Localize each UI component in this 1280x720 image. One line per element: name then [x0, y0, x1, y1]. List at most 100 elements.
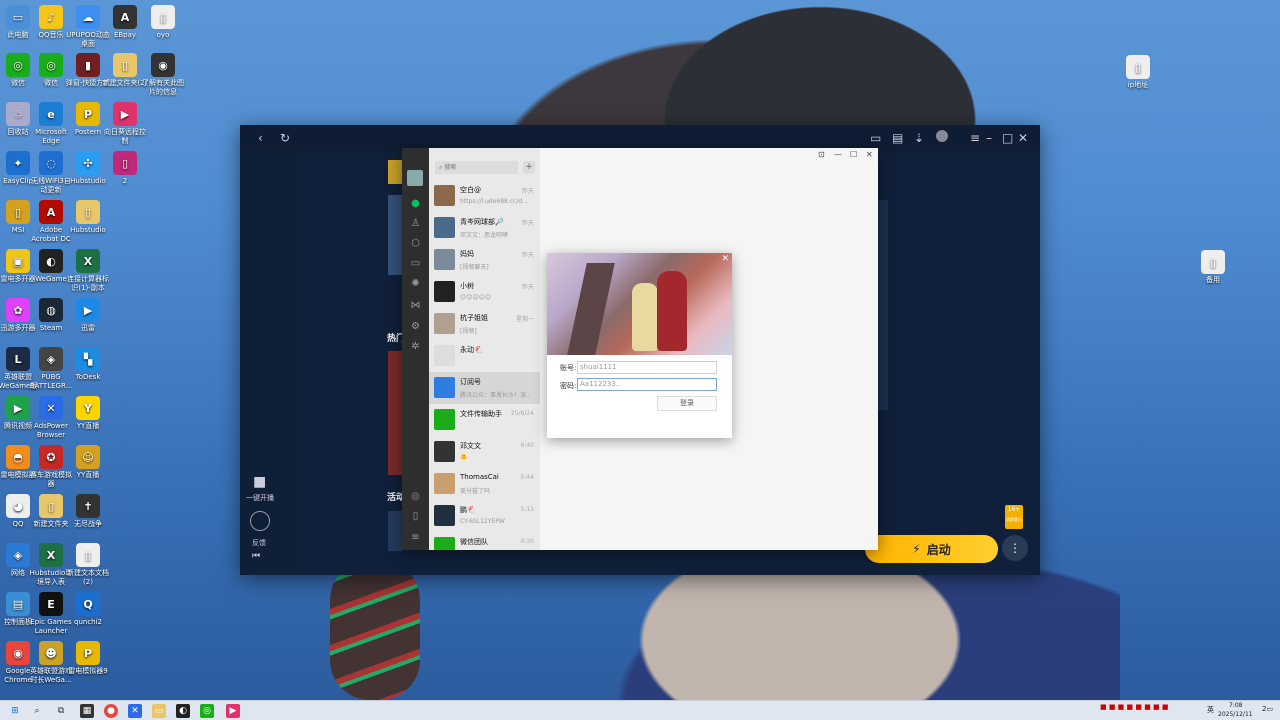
- chat-list-item[interactable]: 妈妈 [视频聊天] 昨天: [429, 244, 540, 276]
- chat-name: 空白@: [460, 186, 481, 194]
- chat-preview: 腾讯公众：事发长沙！深...: [460, 392, 530, 399]
- calculator-icon[interactable]: ▦: [80, 704, 94, 718]
- app-icon: ▮: [76, 53, 100, 77]
- phone-icon[interactable]: ▯: [409, 510, 422, 523]
- desktop-icon[interactable]: ▯ ip地址: [1115, 55, 1161, 90]
- folder-icon[interactable]: ▭: [870, 131, 881, 145]
- desktop-icon[interactable]: Qqunchi2: [65, 592, 111, 627]
- miniprogram-icon[interactable]: ✲: [409, 340, 422, 353]
- desktop-icon[interactable]: ▯ 备用: [1190, 250, 1236, 285]
- wechat-taskbar-icon[interactable]: ◎: [200, 704, 214, 718]
- discover-icon[interactable]: ◎: [409, 490, 422, 503]
- start-icon[interactable]: ⊞: [8, 704, 22, 718]
- contacts-icon[interactable]: ♙: [409, 217, 422, 230]
- app-icon: ▯: [76, 543, 100, 567]
- chat-name: ThomasCai: [460, 473, 499, 481]
- desktop-icon[interactable]: ☺ YY直播: [65, 445, 111, 480]
- desktop-icon[interactable]: ▶ 向日葵远程控制: [102, 102, 148, 146]
- camera-icon[interactable]: ■: [253, 475, 266, 489]
- chat-list-item[interactable]: 永动🐔: [429, 340, 540, 372]
- wegame-icon[interactable]: ◐: [176, 704, 190, 718]
- password-label: 密码:: [560, 382, 577, 390]
- chrome-icon[interactable]: ●: [104, 704, 118, 718]
- activity-banner[interactable]: [388, 511, 402, 551]
- banner-arrow[interactable]: [388, 195, 402, 275]
- chat-list-item[interactable]: 订阅号腾讯公众：事发长沙！深...: [429, 372, 540, 404]
- hot-banner[interactable]: [388, 351, 402, 475]
- login-button[interactable]: 登录: [657, 396, 717, 411]
- task-view-icon[interactable]: ⧉: [54, 704, 68, 718]
- more-options-button[interactable]: ⋮: [1002, 535, 1028, 561]
- search-icon[interactable]: ⌕: [30, 704, 44, 718]
- desktop-icon[interactable]: ◉ 了解有关此图片的信息: [140, 53, 186, 97]
- close-icon[interactable]: ✕: [1018, 131, 1028, 145]
- folder-icon[interactable]: ▭: [409, 257, 422, 270]
- chat-avatar: [434, 409, 455, 430]
- chat-name: 订阅号: [460, 378, 481, 386]
- feedback-icon[interactable]: [250, 511, 270, 531]
- chat-avatar: [434, 217, 455, 238]
- desktop-icon-label: qunchi2: [74, 618, 102, 626]
- close-icon[interactable]: ✕: [721, 254, 729, 264]
- refresh-icon[interactable]: ↻: [280, 131, 290, 145]
- launch-button[interactable]: ⚡ 启动: [865, 535, 998, 563]
- chat-list-item[interactable]: 邓文文 🐥 6:40: [429, 436, 540, 468]
- adspower-icon[interactable]: ✕: [128, 704, 142, 718]
- desktop-icon[interactable]: ✝ 无尽战争: [65, 494, 111, 529]
- desktop-icon[interactable]: ▯ 新建文本文档(2): [65, 543, 111, 587]
- collapse-icon[interactable]: ⏮: [252, 549, 260, 563]
- chat-list-item[interactable]: 微信团队 4:30: [429, 532, 540, 550]
- channels-icon[interactable]: ⋈: [409, 299, 422, 312]
- search-input[interactable]: ⌕ 搜索: [435, 161, 518, 174]
- desktop-icon[interactable]: ▯ oyo: [140, 5, 186, 40]
- input-language[interactable]: 英: [1207, 705, 1214, 715]
- app-icon: ▶: [76, 298, 100, 322]
- feedback-label[interactable]: 反馈: [252, 536, 266, 550]
- tray-icons[interactable]: ■ ■ ■ ■ ■ ■ ■ ■: [1100, 703, 1169, 711]
- close-icon[interactable]: ✕: [866, 150, 873, 159]
- box-icon[interactable]: ⬡: [409, 237, 422, 250]
- menu-icon[interactable]: ≡: [970, 131, 980, 145]
- sunlogin-icon[interactable]: ▶: [226, 704, 240, 718]
- settings-icon[interactable]: ⚙: [409, 320, 422, 333]
- maximize-icon[interactable]: □: [1002, 131, 1013, 145]
- more-menu-icon[interactable]: ≡: [409, 531, 422, 544]
- desktop-icon-label: 雷电模拟器9: [68, 667, 108, 675]
- chat-list-item[interactable]: ThomasCai 美分拔了吗 5:44: [429, 468, 540, 500]
- back-icon[interactable]: ‹: [258, 131, 263, 145]
- maximize-icon[interactable]: ☐: [850, 150, 857, 159]
- minimize-icon[interactable]: —: [834, 150, 842, 159]
- clock-date[interactable]: 2025/12/11: [1218, 711, 1253, 718]
- chat-list-item[interactable]: 空白@ https://l.ude688.cc/d... 昨天: [429, 180, 540, 212]
- chat-list-item[interactable]: 小树 😊😊😊😊😊 昨天: [429, 276, 540, 308]
- chat-preview: 😊😊😊😊😊: [460, 294, 492, 301]
- chat-list-item[interactable]: 文件传输助手 25/6/24: [429, 404, 540, 436]
- explorer-icon[interactable]: ▭: [152, 704, 166, 718]
- minimize-icon[interactable]: –: [986, 131, 992, 145]
- add-button[interactable]: +: [523, 161, 535, 174]
- chat-icon[interactable]: ●: [409, 197, 422, 210]
- desktop-icon[interactable]: ▶ 迅雷: [65, 298, 111, 333]
- user-avatar-icon[interactable]: [936, 130, 948, 142]
- account-input[interactable]: shuai1111: [577, 361, 717, 374]
- desktop-icon[interactable]: ▯ Hubstudio: [65, 200, 111, 235]
- message-icon[interactable]: ▤: [892, 131, 903, 145]
- desktop-icon[interactable]: ▚ ToDesk: [65, 347, 111, 382]
- record-label[interactable]: 一键开播: [246, 491, 274, 505]
- chat-list-item[interactable]: 杭子姐姐 [视频] 星期一: [429, 308, 540, 340]
- desktop-icon[interactable]: P 雷电模拟器9: [65, 641, 111, 676]
- desktop-icon[interactable]: X 连接计算器标识(1)-副本: [65, 249, 111, 293]
- my-avatar[interactable]: [407, 170, 423, 186]
- pin-icon[interactable]: ⊡: [818, 150, 825, 159]
- chat-list-item[interactable]: 鹏🐔 CY-6SL12YEPW 5:13: [429, 500, 540, 532]
- moments-icon[interactable]: ✺: [409, 277, 422, 290]
- chat-list-item[interactable]: 青岑网球部🔎 邓文文：恶龙咆哮 昨天: [429, 212, 540, 244]
- chat-time: 5:44: [520, 474, 534, 481]
- app-icon: ◎: [6, 53, 30, 77]
- download-icon[interactable]: ⇣: [914, 131, 924, 145]
- desktop-icon[interactable]: Y YY直播: [65, 396, 111, 431]
- notification-icon[interactable]: 2▭: [1262, 705, 1273, 713]
- password-input[interactable]: Aa112233..: [577, 378, 717, 391]
- clock-time[interactable]: 7:08: [1229, 702, 1242, 709]
- desktop-icon[interactable]: ▯ 2: [102, 151, 148, 186]
